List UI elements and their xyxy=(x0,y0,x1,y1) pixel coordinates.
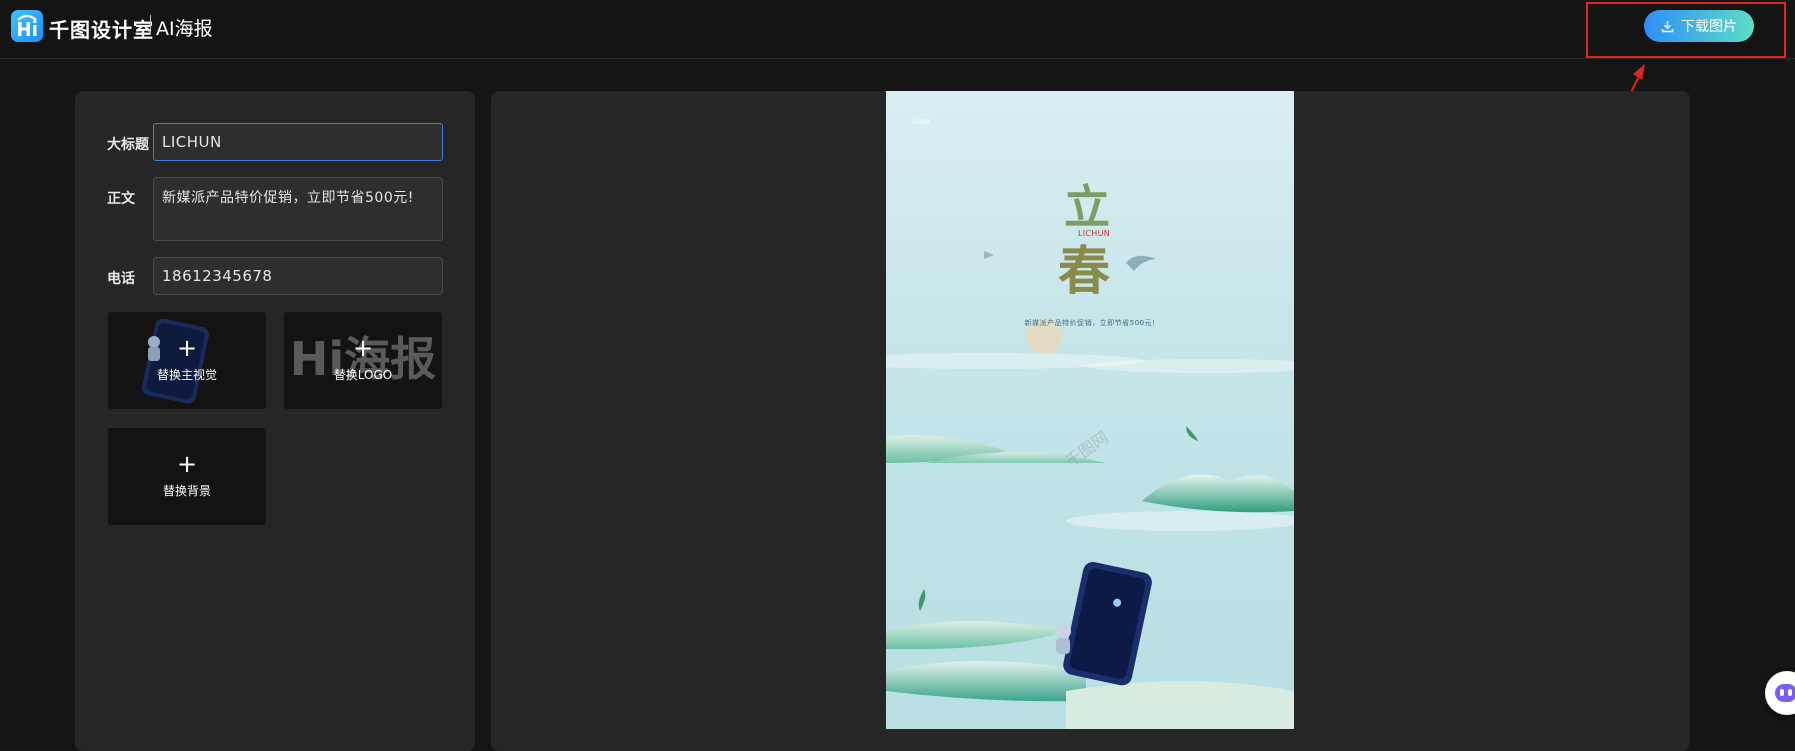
title-input[interactable]: LICHUN xyxy=(153,123,443,161)
poster-body-text: 新媒派产品特价促销，立即节省500元! xyxy=(1024,319,1156,327)
replace-logo-tile[interactable]: Hi海报 + 替换LOGO xyxy=(284,312,442,409)
replace-main-visual-label: 替换主视觉 xyxy=(156,368,217,382)
body-field-label: 正文 xyxy=(107,191,135,207)
assistant-face-icon xyxy=(1775,684,1795,702)
replace-background-tile[interactable]: + 替换背景 xyxy=(108,428,266,525)
poster-preview[interactable]: Hi海报 立 LICHUN 春 新媒派产品特价促销，立即节省500元! 千图网 xyxy=(886,91,1294,729)
brand-name: 千图设计室 xyxy=(49,18,154,42)
top-bar: 千图设计室 AI海报 下载图片 xyxy=(0,0,1795,59)
poster-title-char-2: 春 xyxy=(1058,241,1111,302)
phone-input[interactable]: 18612345678 xyxy=(153,257,443,295)
brand-subtitle: AI海报 xyxy=(156,18,213,40)
brand-divider xyxy=(150,15,151,34)
phone-field-label: 电话 xyxy=(107,271,135,287)
annotation-highlight-box xyxy=(1586,2,1786,58)
body-textarea[interactable]: 新媒派产品特价促销，立即节省500元! xyxy=(153,177,443,241)
replace-logo-label: 替换LOGO xyxy=(333,368,393,382)
replace-background-label: 替换背景 xyxy=(162,484,211,498)
title-field-label: 大标题 xyxy=(107,137,149,153)
plus-icon: + xyxy=(176,450,198,478)
poster-title-char-1: 立 xyxy=(1064,180,1110,234)
hi-logo-icon[interactable] xyxy=(11,10,43,42)
poster-brand-mark: Hi海报 xyxy=(912,119,931,126)
plus-icon: + xyxy=(176,334,198,362)
chat-assistant-icon[interactable] xyxy=(1765,671,1795,715)
replace-main-visual-tile[interactable]: + 替换主视觉 xyxy=(108,312,266,409)
plus-icon: + xyxy=(352,334,374,362)
